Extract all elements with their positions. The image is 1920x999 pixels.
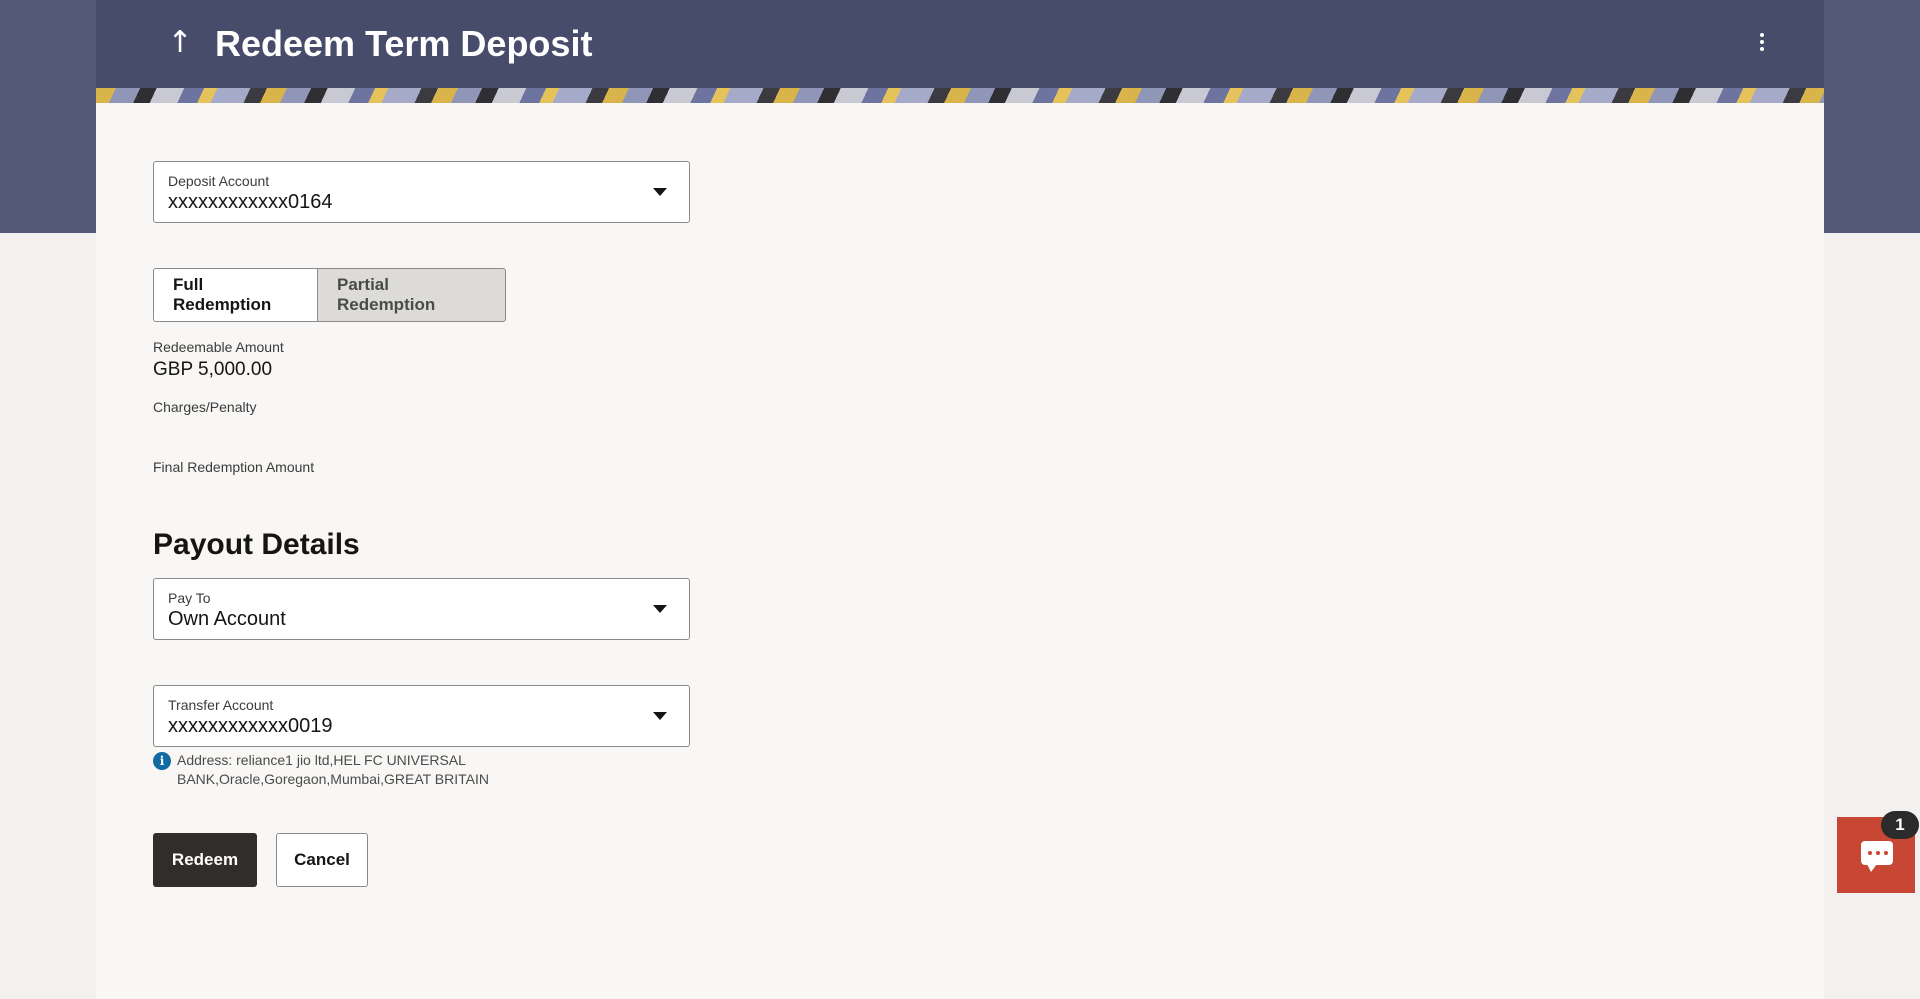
redemption-type-toggle: Full Redemption Partial Redemption (153, 268, 506, 322)
transfer-account-value: xxxxxxxxxxxx0019 (168, 715, 333, 737)
arrow-up-icon[interactable]: ↑ (166, 26, 194, 60)
transfer-account-label: Transfer Account (168, 697, 274, 713)
deposit-account-select[interactable]: Deposit Account xxxxxxxxxxxx0164 (153, 161, 690, 223)
deposit-account-label: Deposit Account (168, 173, 270, 189)
transfer-account-select[interactable]: Transfer Account xxxxxxxxxxxx0019 (153, 685, 690, 747)
partial-redemption-button[interactable]: Partial Redemption (318, 268, 506, 322)
cancel-button[interactable]: Cancel (276, 833, 368, 887)
final-redemption-label: Final Redemption Amount (153, 459, 315, 475)
deposit-account-value: xxxxxxxxxxxx0164 (168, 191, 333, 213)
pay-to-select[interactable]: Pay To Own Account (153, 578, 690, 640)
charges-penalty-label: Charges/Penalty (153, 399, 257, 415)
page-header: ↑ Redeem Term Deposit (96, 0, 1824, 88)
chevron-down-icon (653, 605, 667, 613)
pay-to-label: Pay To (168, 590, 211, 606)
page-title: Redeem Term Deposit (215, 23, 593, 64)
payout-details-heading: Payout Details (153, 528, 360, 561)
chevron-down-icon (653, 712, 667, 720)
full-redemption-button[interactable]: Full Redemption (153, 268, 318, 322)
redeemable-amount-value: GBP 5,000.00 (153, 359, 273, 380)
pay-to-value: Own Account (168, 608, 286, 630)
redeem-button[interactable]: Redeem (153, 833, 257, 887)
kebab-menu-icon[interactable] (1752, 28, 1772, 56)
main-content: Deposit Account xxxxxxxxxxxx0164 Full Re… (96, 103, 1824, 999)
decorative-banner-stripe (96, 88, 1824, 103)
chat-notification-badge: 1 (1881, 811, 1919, 839)
address-text: Address: reliance1 jio ltd,HEL FC UNIVER… (177, 752, 489, 787)
chevron-down-icon (653, 188, 667, 196)
redeemable-amount-label: Redeemable Amount (153, 339, 284, 355)
chat-icon (1861, 841, 1893, 872)
info-icon: i (153, 752, 171, 770)
